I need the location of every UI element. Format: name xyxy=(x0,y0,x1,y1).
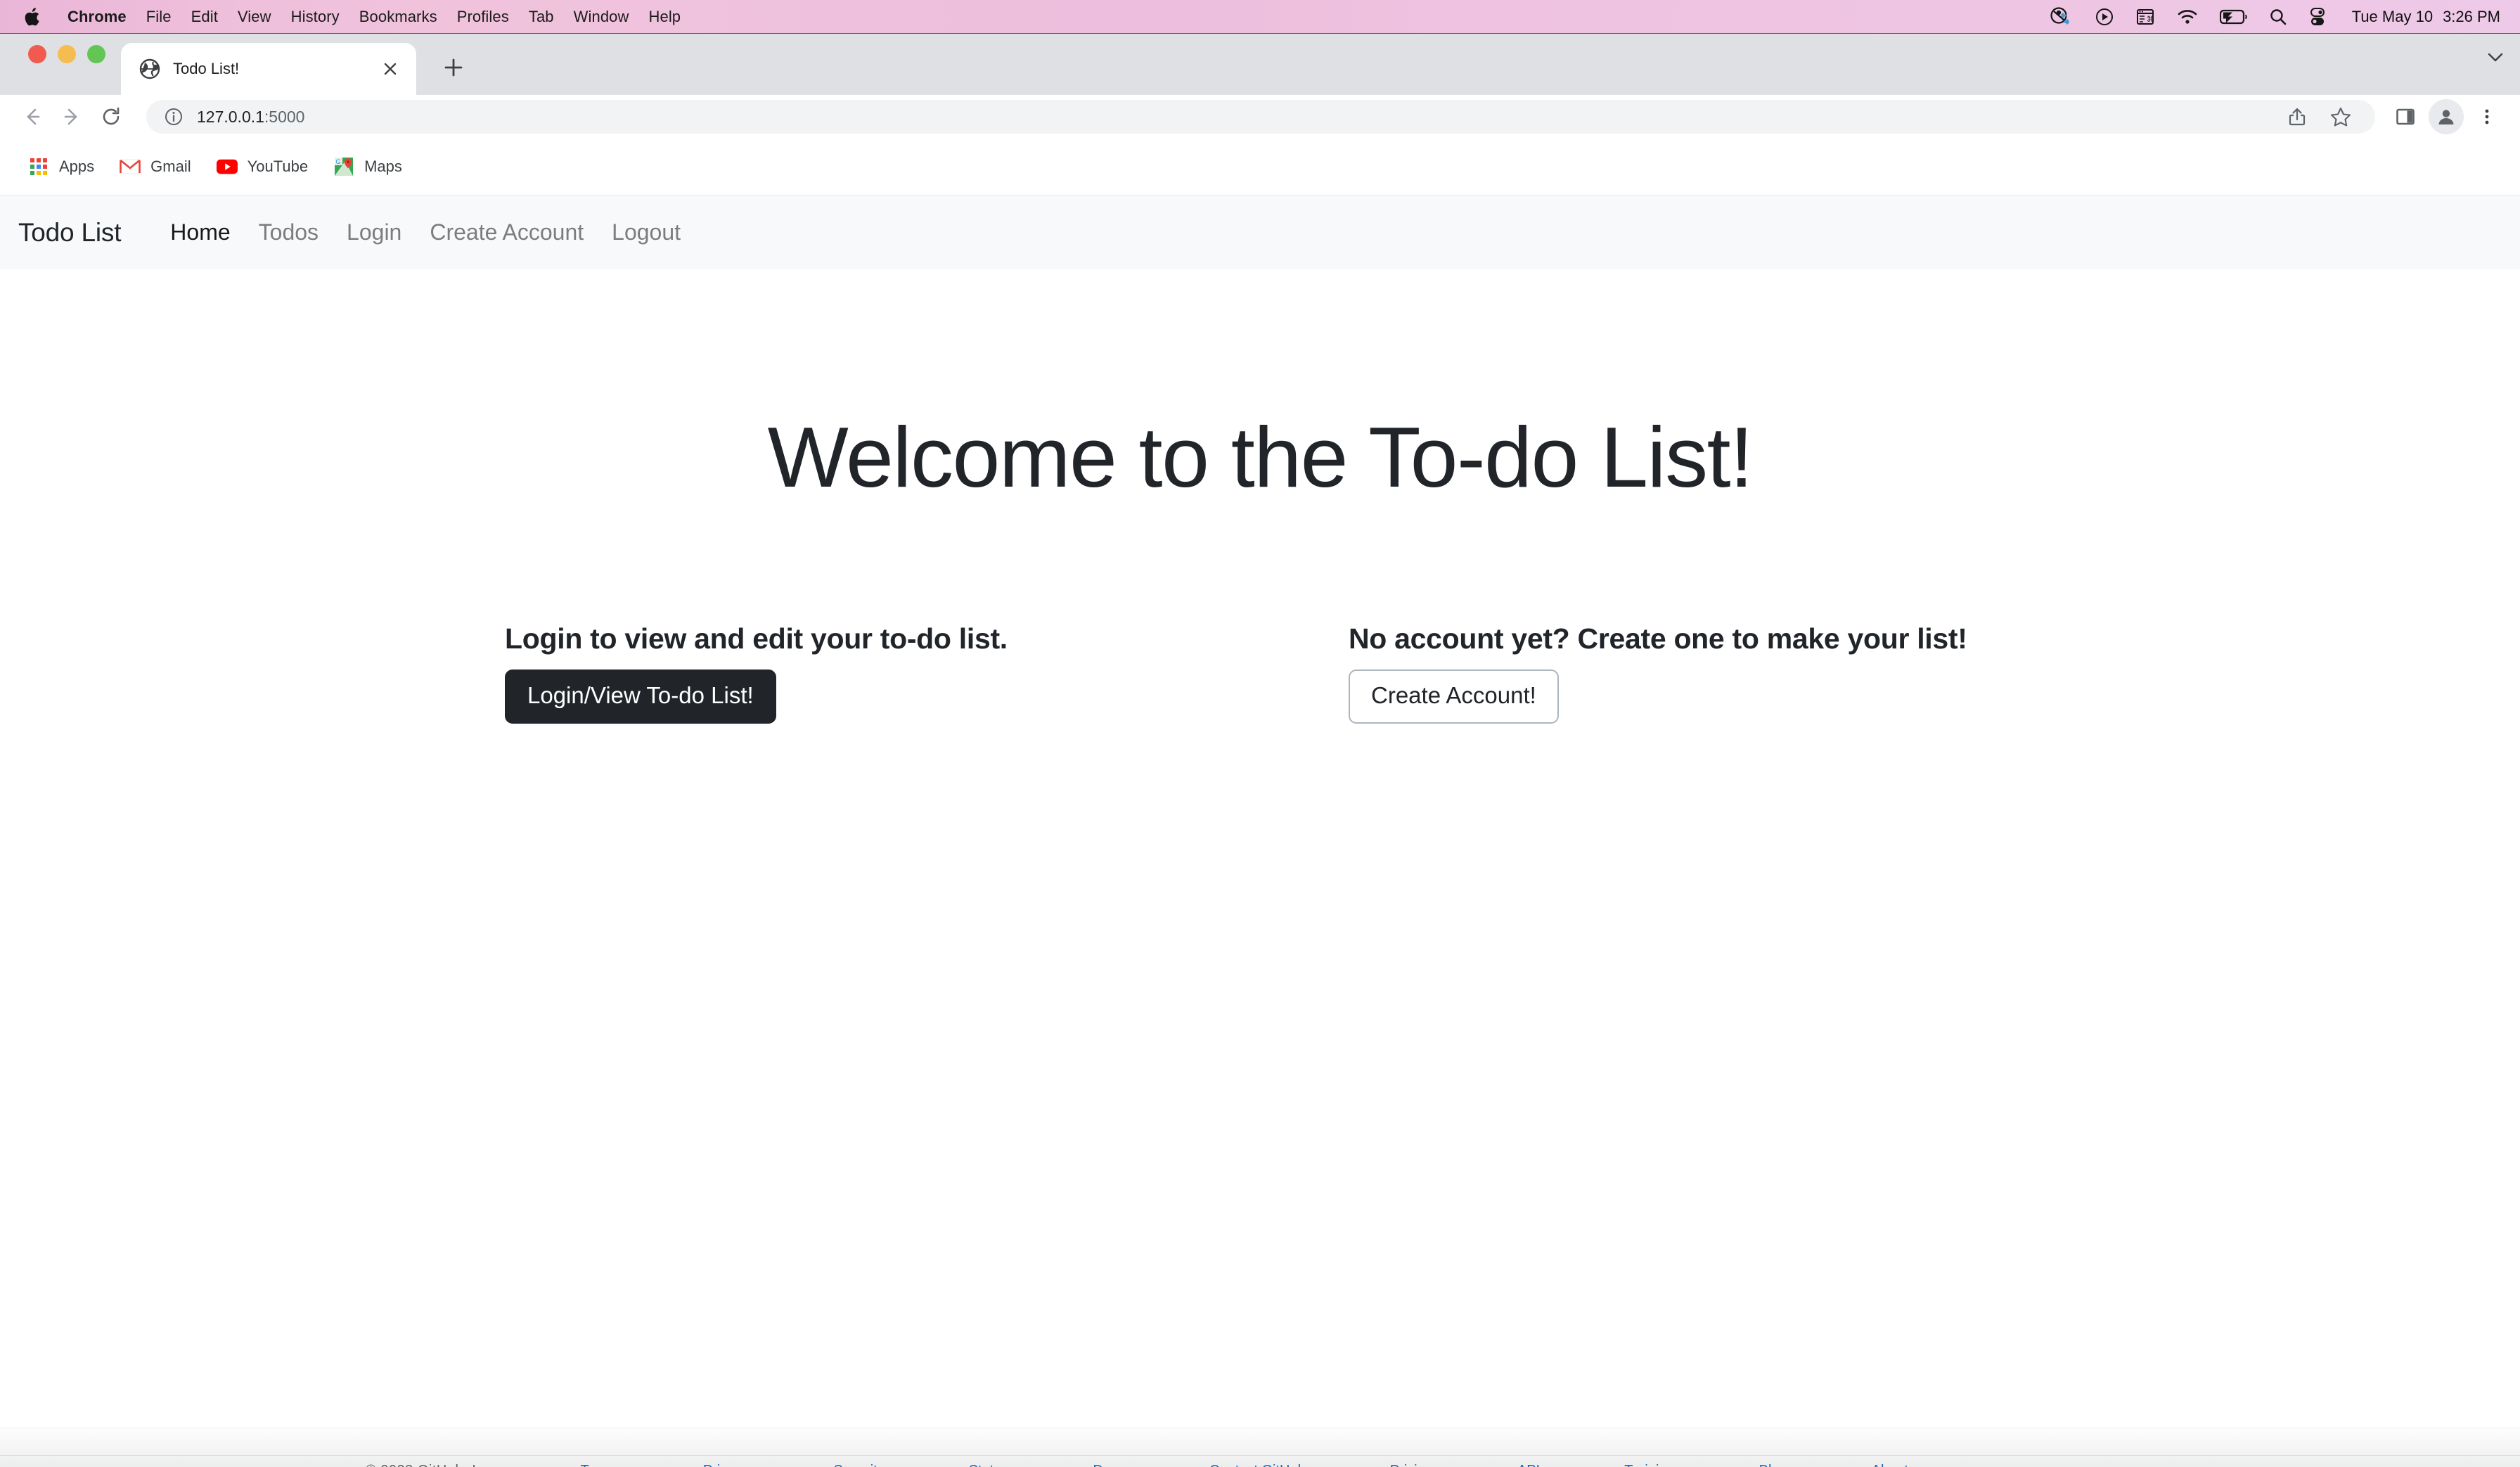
menu-window[interactable]: Window xyxy=(564,0,639,34)
tab-title: Todo List! xyxy=(173,60,240,77)
menu-help[interactable]: Help xyxy=(639,0,691,34)
control-center-icon[interactable] xyxy=(2308,7,2327,27)
chrome-menu-icon[interactable] xyxy=(2468,98,2506,136)
cta-columns: Login to view and edit your to-do list. … xyxy=(0,622,2520,724)
login-column: Login to view and edit your to-do list. … xyxy=(505,622,1278,724)
star-icon[interactable] xyxy=(2322,98,2360,136)
footer-link[interactable]: Training xyxy=(1624,1463,1675,1467)
bookmark-gmail[interactable]: Gmail xyxy=(107,150,203,183)
reload-icon[interactable] xyxy=(91,97,131,136)
site-navbar: Todo List Home Todos Login Create Accoun… xyxy=(0,196,2520,269)
nav-link-logout[interactable]: Logout xyxy=(598,219,695,245)
wifi-icon[interactable] xyxy=(2176,8,2199,25)
footer-link[interactable]: Blog xyxy=(1759,1463,1787,1467)
chevron-down-icon[interactable] xyxy=(2471,34,2520,95)
menu-view[interactable]: View xyxy=(228,0,281,34)
menu-history[interactable]: History xyxy=(281,0,349,34)
navbar-brand[interactable]: Todo List xyxy=(18,218,121,248)
menu-bookmarks[interactable]: Bookmarks xyxy=(349,0,447,34)
omnibox-actions xyxy=(2278,98,2360,136)
window-close-button[interactable] xyxy=(28,44,46,63)
svg-text:⌘: ⌘ xyxy=(2147,15,2154,24)
os-status-items: ⌘ Tue May 10 3:26 PM xyxy=(2050,0,2520,33)
footer-link[interactable]: Security xyxy=(833,1463,884,1467)
battery-charging-icon[interactable] xyxy=(2219,9,2248,25)
os-menu-items: Chrome File Edit View History Bookmarks … xyxy=(0,0,690,33)
info-circle-icon[interactable] xyxy=(162,105,186,129)
os-menu-bar: Chrome File Edit View History Bookmarks … xyxy=(0,0,2520,34)
nav-link-login[interactable]: Login xyxy=(333,219,416,245)
nav-link-home[interactable]: Home xyxy=(156,219,244,245)
menu-chrome[interactable]: Chrome xyxy=(58,0,136,34)
forward-arrow-icon[interactable] xyxy=(52,97,91,136)
keyboard-input-icon[interactable]: ⌘ xyxy=(2135,7,2155,27)
bookmark-label: Apps xyxy=(59,158,95,175)
footer-link[interactable]: API xyxy=(1517,1463,1540,1467)
web-page-viewport: Todo List Home Todos Login Create Accoun… xyxy=(0,196,2520,1467)
bookmark-label: YouTube xyxy=(247,158,309,175)
footer-links-row: © 2023 GitHub, Inc. Terms Privacy Securi… xyxy=(0,1463,2520,1467)
playback-icon[interactable] xyxy=(2095,7,2114,27)
menu-edit[interactable]: Edit xyxy=(181,0,228,34)
screen-sharing-icon[interactable] xyxy=(2050,6,2074,27)
login-column-heading: Login to view and edit your to-do list. xyxy=(505,622,1008,655)
bookmark-maps[interactable]: G Maps xyxy=(321,150,415,183)
url-host: 127.0.0.1 xyxy=(197,107,264,126)
apple-logo-icon[interactable] xyxy=(21,0,45,34)
window-maximize-button[interactable] xyxy=(87,44,105,63)
gmail-icon xyxy=(120,156,141,177)
window-minimize-button[interactable] xyxy=(58,44,76,63)
bookmark-youtube[interactable]: YouTube xyxy=(204,150,321,183)
footer-link[interactable]: Privacy xyxy=(703,1463,750,1467)
url-text: 127.0.0.1:5000 xyxy=(197,108,304,127)
browser-toolbar: 127.0.0.1:5000 xyxy=(0,95,2520,139)
nav-link-create-account[interactable]: Create Account xyxy=(416,219,598,245)
os-clock[interactable]: Tue May 10 3:26 PM xyxy=(2348,8,2500,26)
clock-date: Tue May 10 xyxy=(2351,7,2434,25)
menu-file[interactable]: File xyxy=(136,0,181,34)
maps-icon: G xyxy=(333,156,354,177)
close-icon[interactable] xyxy=(377,56,404,82)
spotlight-search-icon[interactable] xyxy=(2269,8,2287,26)
footer-link[interactable]: Contact GitHub xyxy=(1209,1463,1306,1467)
footer-link[interactable]: Terms xyxy=(580,1463,618,1467)
side-panel-icon[interactable] xyxy=(2386,98,2424,136)
globe-icon xyxy=(139,58,160,79)
nav-link-todos[interactable]: Todos xyxy=(245,219,333,245)
footer-link[interactable]: About xyxy=(1872,1463,1908,1467)
bookmark-label: Gmail xyxy=(150,158,191,175)
window-controls xyxy=(0,34,105,95)
footer-divider xyxy=(0,1455,2520,1456)
url-port: :5000 xyxy=(264,107,305,126)
menu-profiles[interactable]: Profiles xyxy=(447,0,519,34)
bottom-partial-footer: © 2023 GitHub, Inc. Terms Privacy Securi… xyxy=(0,1428,2520,1467)
hero-section: Welcome to the To-do List! xyxy=(0,269,2520,504)
address-bar[interactable]: 127.0.0.1:5000 xyxy=(146,100,2375,134)
apps-grid-icon xyxy=(28,156,49,177)
clock-time: 3:26 PM xyxy=(2443,7,2500,25)
youtube-icon xyxy=(216,156,238,177)
bookmark-label: Maps xyxy=(364,158,402,175)
profile-avatar-icon[interactable] xyxy=(2429,99,2464,134)
toolbar-right-actions xyxy=(2386,98,2520,136)
browser-tab-strip: Todo List! xyxy=(0,34,2520,95)
footer-copyright: © 2023 GitHub, Inc. xyxy=(366,1463,496,1467)
back-arrow-icon[interactable] xyxy=(13,97,52,136)
share-icon[interactable] xyxy=(2278,98,2316,136)
navbar-links: Home Todos Login Create Account Logout xyxy=(156,219,695,245)
footer-link[interactable]: Status xyxy=(969,1463,1009,1467)
browser-tab[interactable]: Todo List! xyxy=(121,43,416,95)
create-account-column-heading: No account yet? Create one to make your … xyxy=(1349,622,1967,655)
menu-tab[interactable]: Tab xyxy=(519,0,564,34)
create-account-button[interactable]: Create Account! xyxy=(1349,670,1559,724)
footer-link[interactable]: Pricing xyxy=(1390,1463,1433,1467)
create-account-column: No account yet? Create one to make your … xyxy=(1278,622,2052,724)
new-tab-button[interactable] xyxy=(433,47,474,88)
footer-link[interactable]: Docs xyxy=(1093,1463,1125,1467)
page-title: Welcome to the To-do List! xyxy=(767,409,1754,505)
bookmark-apps[interactable]: Apps xyxy=(15,150,107,183)
login-view-todo-button[interactable]: Login/View To-do List! xyxy=(505,670,776,724)
bookmarks-bar: Apps Gmail YouTube G Maps xyxy=(0,139,2520,196)
svg-text:G: G xyxy=(336,158,341,165)
